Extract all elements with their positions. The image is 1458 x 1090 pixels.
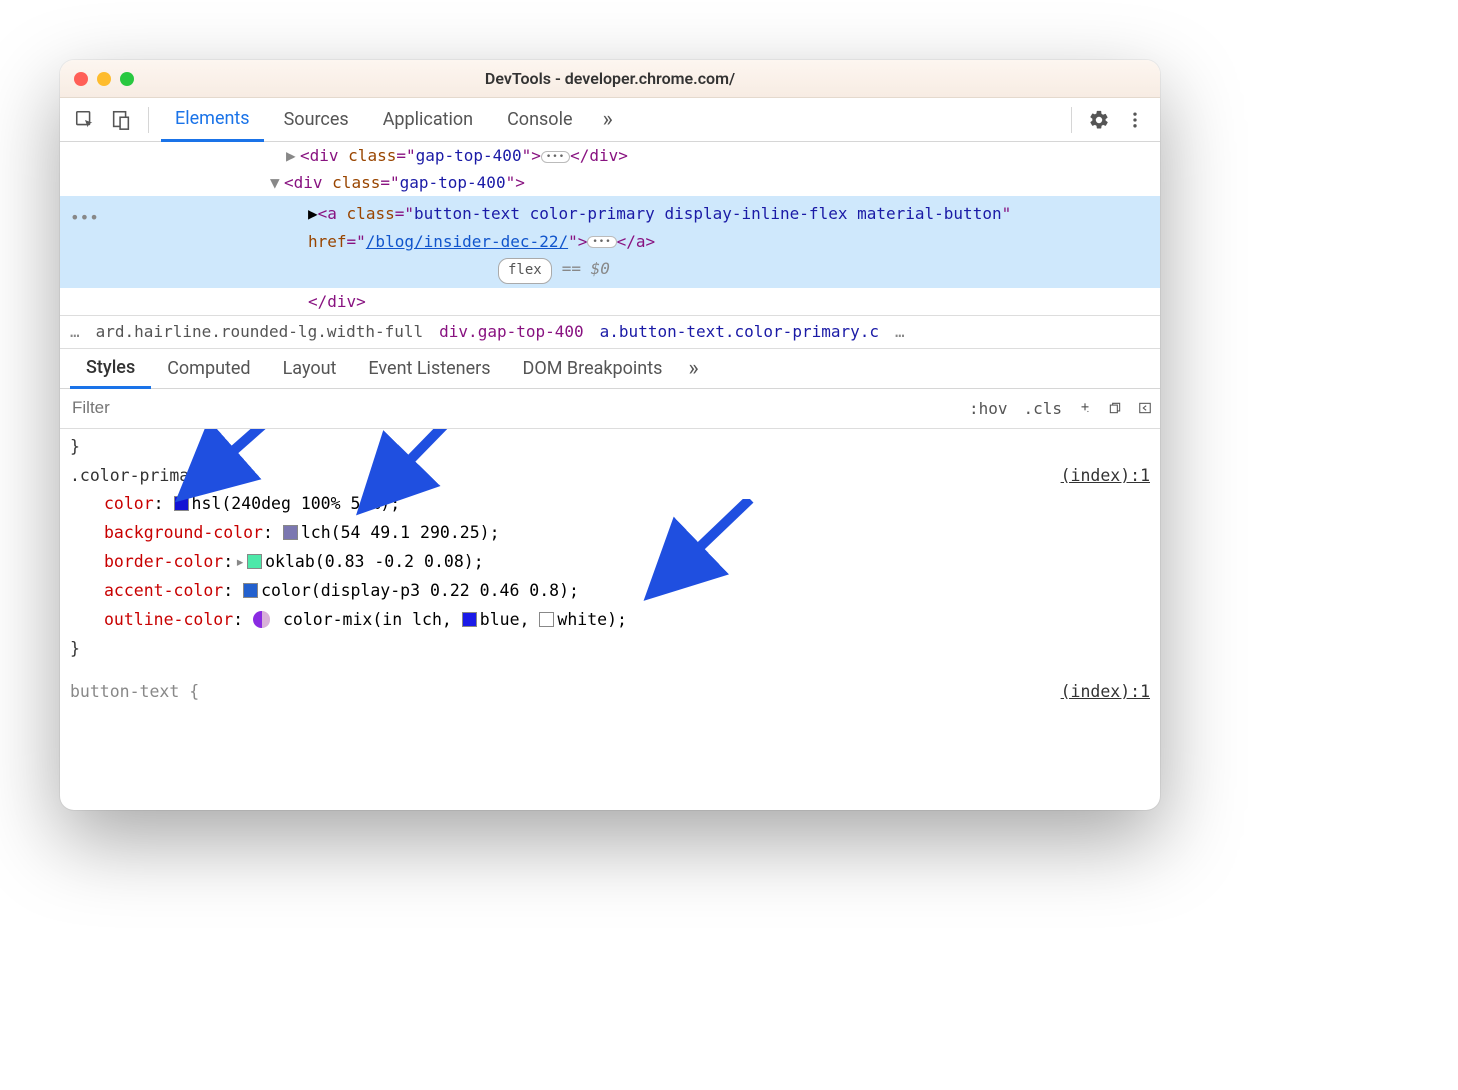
color-mix-swatch[interactable] (253, 611, 270, 628)
dom-node-expanded[interactable]: ▼<div class="gap-top-400"> (60, 169, 1160, 196)
computed-toggle-icon[interactable] (1130, 389, 1160, 428)
styles-rules[interactable]: } .color-primary { (index):1 color: hsl(… (60, 429, 1160, 810)
color-swatch[interactable] (247, 554, 262, 569)
copy-styles-icon[interactable] (1100, 389, 1130, 428)
color-swatch[interactable] (462, 612, 477, 627)
breadcrumb-item-selected[interactable]: a.button-text.color-primary.c (600, 322, 879, 341)
styles-tab-event-listeners[interactable]: Event Listeners (352, 348, 506, 388)
prop-background-color[interactable]: background-color: lch(54 49.1 290.25); (70, 519, 1150, 548)
breadcrumb-item[interactable]: ard.hairline.rounded-lg.width-full (96, 322, 424, 341)
main-toolbar: Elements Sources Application Console » (60, 98, 1160, 142)
breadcrumb-overflow-right[interactable]: … (895, 322, 905, 341)
prop-outline-color[interactable]: outline-color: color-mix(in lch, blue, w… (70, 606, 1150, 635)
dom-node-selected[interactable]: ••• ▶<a class="button-text color-primary… (60, 196, 1160, 287)
hov-toggle[interactable]: :hov (961, 389, 1016, 428)
dom-node-collapsed[interactable]: ▶<div class="gap-top-400">•••></div></di… (60, 142, 1160, 169)
flex-badge[interactable]: flex (498, 258, 552, 284)
kebab-menu-icon[interactable] (1120, 105, 1150, 135)
dollar-zero-hint: == $0 (562, 259, 610, 278)
styles-filter-input[interactable] (60, 389, 961, 428)
styles-tab-dom-breakpoints[interactable]: DOM Breakpoints (507, 348, 679, 388)
close-window-button[interactable] (74, 72, 88, 86)
shorthand-expand-icon[interactable]: ▸ (235, 552, 245, 571)
window-title: DevTools - developer.chrome.com/ (60, 69, 1160, 88)
breadcrumb-item[interactable]: div.gap-top-400 (439, 322, 584, 341)
devtools-window: DevTools - developer.chrome.com/ Element… (60, 60, 1160, 810)
breadcrumbs: … ard.hairline.rounded-lg.width-full div… (60, 315, 1160, 349)
prop-color[interactable]: color: hsl(240deg 100% 50%); (70, 490, 1150, 519)
minimize-window-button[interactable] (97, 72, 111, 86)
source-link[interactable]: (index):1 (1061, 462, 1150, 491)
traffic-lights (74, 72, 134, 86)
color-swatch[interactable] (243, 583, 258, 598)
zoom-window-button[interactable] (120, 72, 134, 86)
rule-close-brace: } (70, 433, 1150, 462)
new-rule-plus-icon[interactable] (1070, 389, 1100, 428)
more-tabs-button[interactable]: » (593, 107, 623, 132)
expand-dots-icon[interactable]: ••• (587, 236, 616, 248)
dom-tree[interactable]: ▶<div class="gap-top-400">•••></div></di… (60, 142, 1160, 315)
styles-tab-styles[interactable]: Styles (70, 349, 151, 389)
prop-accent-color[interactable]: accent-color: color(display-p3 0.22 0.46… (70, 577, 1150, 606)
tab-sources[interactable]: Sources (270, 98, 363, 142)
tab-console[interactable]: Console (493, 98, 586, 142)
color-swatch[interactable] (283, 525, 298, 540)
truncated-rule: button-text { (index):1 (70, 678, 1150, 707)
dom-closing-tag[interactable]: </div> (60, 288, 1160, 315)
more-styles-tabs-button[interactable]: » (678, 356, 708, 381)
inspect-element-icon[interactable] (70, 105, 100, 135)
gutter-dots-icon: ••• (70, 204, 99, 231)
breadcrumb-overflow-left[interactable]: … (70, 322, 80, 341)
prop-border-color[interactable]: border-color:▸oklab(0.83 -0.2 0.08); (70, 548, 1150, 577)
rule-close-brace: } (70, 635, 1150, 664)
divider (148, 107, 149, 133)
rule-header[interactable]: .color-primary { (index):1 (70, 462, 1150, 491)
styles-tabbar: Styles Computed Layout Event Listeners D… (60, 349, 1160, 389)
tab-elements[interactable]: Elements (161, 98, 264, 142)
cls-toggle[interactable]: .cls (1015, 389, 1070, 428)
styles-filter-bar: :hov .cls (60, 389, 1160, 429)
settings-gear-icon[interactable] (1084, 105, 1114, 135)
color-swatch[interactable] (539, 612, 554, 627)
expand-dots-icon[interactable]: ••• (541, 151, 570, 163)
titlebar: DevTools - developer.chrome.com/ (60, 60, 1160, 98)
source-link[interactable]: (index):1 (1061, 678, 1150, 707)
divider (1071, 107, 1072, 133)
styles-tab-layout[interactable]: Layout (267, 348, 353, 388)
color-swatch[interactable] (174, 496, 189, 511)
styles-tab-computed[interactable]: Computed (151, 348, 266, 388)
tab-application[interactable]: Application (369, 98, 487, 142)
device-toolbar-icon[interactable] (106, 105, 136, 135)
